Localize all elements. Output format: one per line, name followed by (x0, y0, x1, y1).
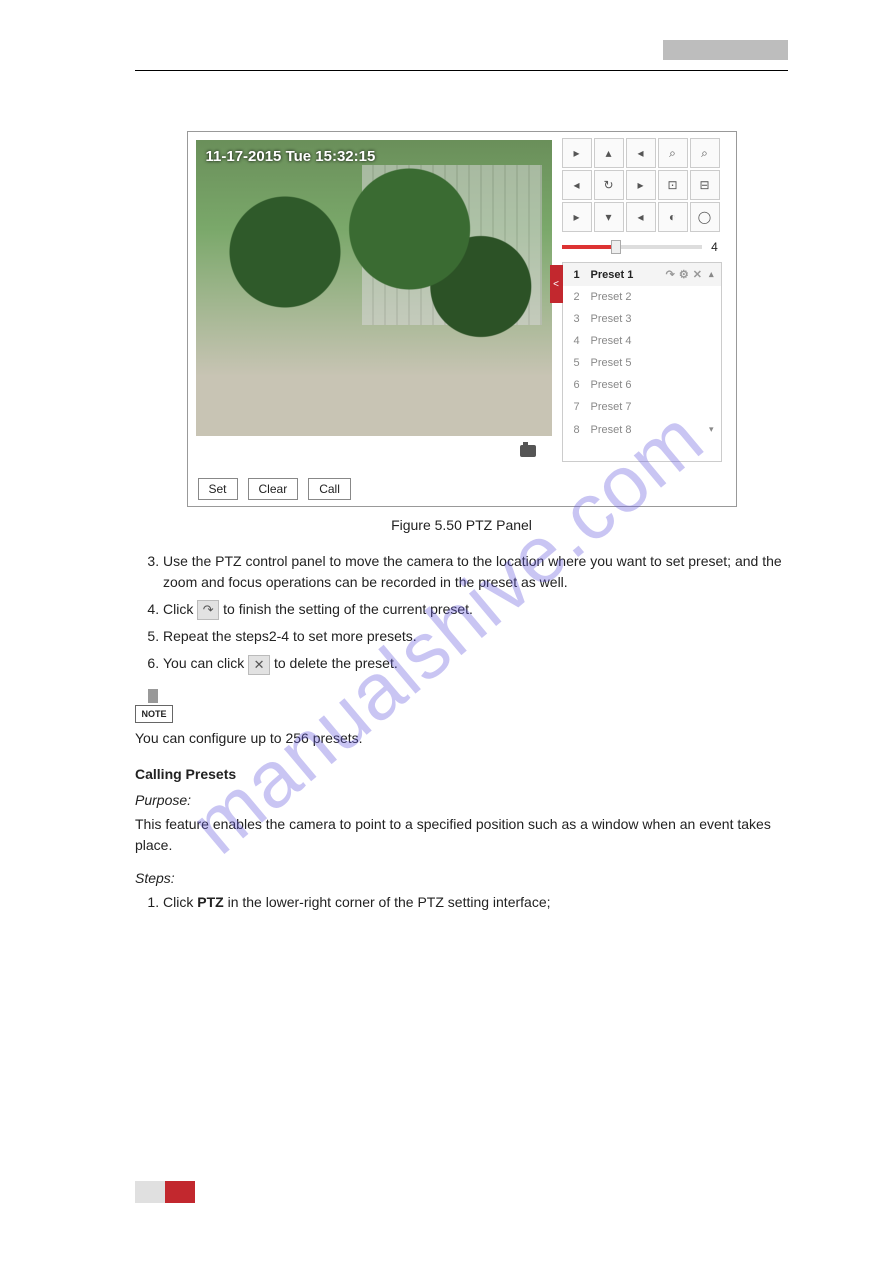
clear-button[interactable]: Clear (248, 478, 299, 500)
page-header (135, 40, 788, 68)
preset-label: Preset 6 (585, 379, 715, 391)
preset-row[interactable]: 6Preset 6 (563, 374, 721, 396)
note-text: You can configure up to 256 presets. (135, 730, 788, 746)
ptz-speed-slider-row: 4 (562, 240, 722, 254)
delete-preset-icon[interactable]: ✕ (691, 268, 704, 281)
preset-row[interactable]: 5Preset 5 (563, 352, 721, 374)
snapshot-icon[interactable] (520, 445, 536, 457)
preset-number: 4 (569, 335, 585, 347)
step-3: Use the PTZ control panel to move the ca… (163, 551, 788, 593)
preset-label: Preset 2 (585, 291, 715, 303)
ptz-down-button[interactable]: ▾ (594, 202, 624, 232)
preset-label: Preset 4 (585, 335, 715, 347)
ptz-down-left-button[interactable]: ▸ (562, 202, 592, 232)
ptz-speed-slider[interactable] (562, 245, 702, 249)
footer-gray-block (135, 1181, 165, 1203)
ptz-focus-far-button[interactable]: ⊟ (690, 170, 720, 200)
header-gray-block (663, 40, 788, 60)
note-label: NOTE (135, 705, 173, 723)
ptz-control-panel: ▸ ▴ ◂ ⌕ ⌕ ◂ ↻ ▸ ⊡ ⊟ ▸ ▾ ◂ ◐ ◯ (562, 138, 722, 466)
video-osd-text: 11-17-2015 Tue 15:32:15 (206, 148, 376, 165)
step-6a: You can click (163, 655, 248, 671)
ptz-bold: PTZ (197, 894, 223, 910)
preset-label: Preset 7 (585, 401, 715, 413)
preset-number: 1 (569, 269, 585, 281)
section-calling-presets: Calling Presets (135, 766, 788, 782)
ptz-focus-near-button[interactable]: ⊡ (658, 170, 688, 200)
preset-label: Preset 1 (585, 269, 664, 281)
preset-list: 1 Preset 1 ↷ ⚙ ✕ ▴ 2Preset 2 3Preset 3 4… (563, 263, 721, 461)
preset-label: Preset 8 (585, 424, 650, 436)
calling-step-1a: Click (163, 894, 197, 910)
footer-red-block (165, 1181, 195, 1203)
figure-caption: Figure 5.50 PTZ Panel (135, 517, 788, 533)
purpose-text: This feature enables the camera to point… (135, 814, 788, 856)
preset-panel-collapse[interactable]: < (550, 265, 563, 303)
calling-step-1b: in the lower-right corner of the PTZ set… (224, 894, 551, 910)
preset-number: 2 (569, 291, 585, 303)
video-toolbar (194, 436, 554, 466)
ptz-auto-button[interactable]: ↻ (594, 170, 624, 200)
note-icon: NOTE (135, 689, 173, 723)
preset-row[interactable]: 8Preset 8 ▾ (563, 418, 721, 441)
step-6: You can click ✕ to delete the preset. (163, 653, 788, 674)
preset-number: 8 (569, 424, 585, 436)
steps-label: Steps: (135, 870, 788, 886)
ptz-figure: 11-17-2015 Tue 15:32:15 ▸ ▴ ◂ ⌕ ⌕ ◂ ↻ ▸ … (187, 131, 737, 507)
ptz-up-right-button[interactable]: ◂ (626, 138, 656, 168)
gear-icon[interactable]: ⚙ (677, 268, 691, 281)
purpose-label: Purpose: (135, 792, 788, 808)
ptz-speed-value: 4 (708, 240, 722, 254)
preset-number: 5 (569, 357, 585, 369)
finish-preset-icon: ↷ (197, 600, 219, 620)
body-text: Use the PTZ control panel to move the ca… (135, 551, 788, 913)
delete-icon: ✕ (248, 655, 270, 675)
preset-label: Preset 3 (585, 313, 715, 325)
scroll-down-icon[interactable]: ▾ (708, 423, 715, 436)
ptz-zoom-in-button[interactable]: ⌕ (658, 138, 688, 168)
scroll-up-icon[interactable]: ▴ (708, 268, 715, 281)
step-4b: to finish the setting of the current pre… (223, 601, 473, 617)
header-rule (135, 70, 788, 71)
ptz-zoom-out-button[interactable]: ⌕ (690, 138, 720, 168)
ptz-down-right-button[interactable]: ◂ (626, 202, 656, 232)
preset-row[interactable]: 4Preset 4 (563, 330, 721, 352)
set-button[interactable]: Set (198, 478, 238, 500)
step-4a: Click (163, 601, 197, 617)
call-preset-icon[interactable]: ↷ (664, 268, 677, 281)
video-bg-trees (196, 160, 552, 390)
ptz-iris-close-button[interactable]: ◯ (690, 202, 720, 232)
ptz-left-button[interactable]: ◂ (562, 170, 592, 200)
preset-number: 7 (569, 401, 585, 413)
call-button[interactable]: Call (308, 478, 351, 500)
preset-row[interactable]: 2Preset 2 (563, 286, 721, 308)
page-footer-blocks (135, 1181, 195, 1203)
preset-row[interactable]: 7Preset 7 (563, 396, 721, 418)
video-preview: 11-17-2015 Tue 15:32:15 (194, 138, 554, 438)
ptz-right-button[interactable]: ▸ (626, 170, 656, 200)
preset-row[interactable]: 3Preset 3 (563, 308, 721, 330)
ptz-up-left-button[interactable]: ▸ (562, 138, 592, 168)
step-4: Click ↷ to finish the setting of the cur… (163, 599, 788, 620)
step-5: Repeat the steps2-4 to set more presets. (163, 626, 788, 647)
step-6b: to delete the preset. (274, 655, 398, 671)
preset-row[interactable]: 1 Preset 1 ↷ ⚙ ✕ ▴ (563, 263, 721, 286)
preset-number: 3 (569, 313, 585, 325)
slider-thumb[interactable] (611, 240, 621, 254)
ptz-iris-open-button[interactable]: ◐ (658, 202, 688, 232)
preset-list-panel: < 1 Preset 1 ↷ ⚙ ✕ ▴ 2Preset 2 3Preset 3 (562, 262, 722, 462)
ptz-up-button[interactable]: ▴ (594, 138, 624, 168)
calling-step-1: Click PTZ in the lower-right corner of t… (163, 892, 788, 913)
preset-number: 6 (569, 379, 585, 391)
preset-label: Preset 5 (585, 357, 715, 369)
